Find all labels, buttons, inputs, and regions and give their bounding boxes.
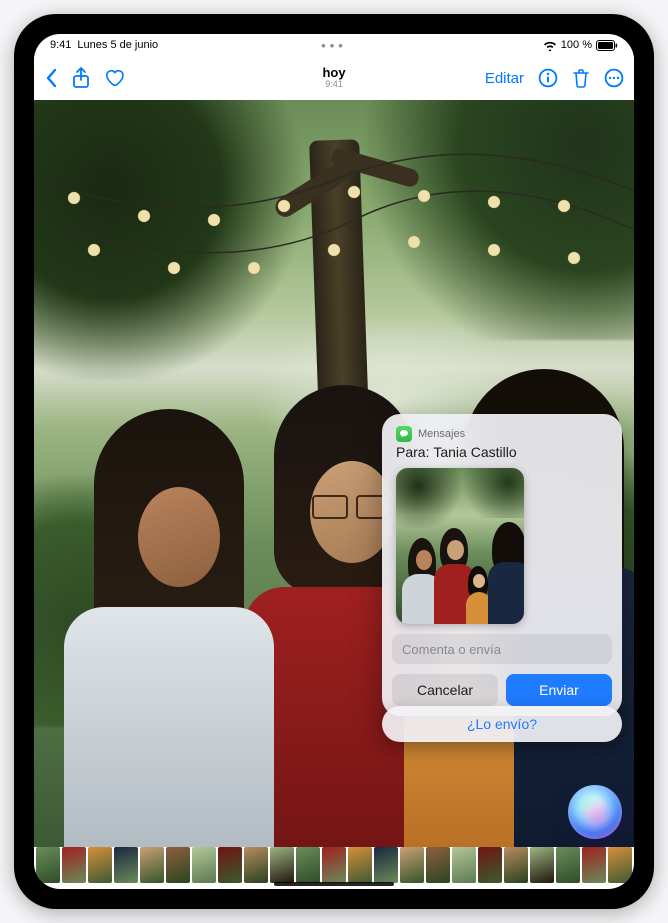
favorite-button[interactable] bbox=[104, 69, 124, 87]
messages-app-icon bbox=[396, 426, 412, 442]
thumbnail[interactable] bbox=[322, 847, 346, 883]
share-recipient[interactable]: Para: Tania Castillo bbox=[396, 444, 608, 460]
nav-subtitle: 9:41 bbox=[322, 80, 345, 90]
ipad-device-frame: 9:41 Lunes 5 de junio ••• 100 % bbox=[14, 14, 654, 909]
battery-icon bbox=[596, 40, 618, 51]
multitask-dots[interactable]: ••• bbox=[321, 38, 347, 53]
nav-title-group: hoy 9:41 bbox=[322, 66, 345, 90]
thumbnail[interactable] bbox=[270, 847, 294, 883]
thumbnail[interactable] bbox=[530, 847, 554, 883]
thumbnail[interactable] bbox=[192, 847, 216, 883]
screen: 9:41 Lunes 5 de junio ••• 100 % bbox=[34, 34, 634, 889]
thumbnail[interactable] bbox=[374, 847, 398, 883]
nav-title: hoy bbox=[322, 66, 345, 80]
thumbnail[interactable] bbox=[400, 847, 424, 883]
thumbnail[interactable] bbox=[556, 847, 580, 883]
share-button-row: Cancelar Enviar bbox=[392, 674, 612, 706]
nav-left-group bbox=[44, 67, 124, 89]
nav-bar: hoy 9:41 Editar bbox=[34, 56, 634, 100]
trash-button[interactable] bbox=[572, 68, 590, 88]
nav-right-group: Editar bbox=[485, 68, 624, 88]
share-card-header: Mensajes bbox=[396, 426, 608, 442]
photo-foliage bbox=[334, 100, 634, 340]
status-left: 9:41 Lunes 5 de junio bbox=[50, 39, 158, 51]
cancel-button[interactable]: Cancelar bbox=[392, 674, 498, 706]
share-to-name: Tania Castillo bbox=[433, 444, 516, 460]
thumbnail[interactable] bbox=[244, 847, 268, 883]
thumbnail[interactable] bbox=[62, 847, 86, 883]
thumbnail[interactable] bbox=[582, 847, 606, 883]
status-date: Lunes 5 de junio bbox=[77, 39, 158, 51]
thumbnail[interactable] bbox=[348, 847, 372, 883]
photo-person bbox=[44, 427, 264, 847]
thumbnail[interactable] bbox=[218, 847, 242, 883]
thumbnail[interactable] bbox=[114, 847, 138, 883]
thumbnail[interactable] bbox=[296, 847, 320, 883]
share-preview-thumbnail[interactable] bbox=[396, 468, 524, 624]
battery-percent: 100 % bbox=[561, 39, 592, 51]
send-button[interactable]: Enviar bbox=[506, 674, 612, 706]
siri-share-card: Mensajes Para: Tania Castillo bbox=[382, 414, 622, 716]
siri-suggestion-pill[interactable]: ¿Lo envío? bbox=[382, 706, 622, 742]
thumbnail[interactable] bbox=[504, 847, 528, 883]
wifi-icon bbox=[543, 40, 557, 51]
back-button[interactable] bbox=[44, 68, 58, 88]
thumbnail[interactable] bbox=[140, 847, 164, 883]
share-app-label: Mensajes bbox=[418, 428, 465, 440]
share-comment-input[interactable] bbox=[392, 634, 612, 664]
thumbnail[interactable] bbox=[426, 847, 450, 883]
status-bar: 9:41 Lunes 5 de junio ••• 100 % bbox=[34, 34, 634, 56]
status-time: 9:41 bbox=[50, 39, 71, 51]
info-button[interactable] bbox=[538, 68, 558, 88]
thumbnail[interactable] bbox=[166, 847, 190, 883]
siri-orb[interactable] bbox=[568, 785, 622, 839]
thumbnail[interactable] bbox=[88, 847, 112, 883]
thumbnail[interactable] bbox=[452, 847, 476, 883]
thumbnail[interactable] bbox=[36, 847, 60, 883]
thumbnail[interactable] bbox=[478, 847, 502, 883]
thumbnail[interactable] bbox=[608, 847, 632, 883]
edit-button[interactable]: Editar bbox=[485, 70, 524, 87]
siri-suggestion-text: ¿Lo envío? bbox=[467, 716, 537, 732]
photo-tree-trunk bbox=[309, 139, 369, 421]
share-to-prefix: Para: bbox=[396, 444, 433, 460]
share-button[interactable] bbox=[72, 67, 90, 89]
thumbnail-strip[interactable] bbox=[34, 847, 634, 883]
home-indicator[interactable] bbox=[274, 882, 394, 886]
photo-foliage bbox=[34, 100, 314, 380]
status-right: 100 % bbox=[543, 39, 618, 51]
more-button[interactable] bbox=[604, 68, 624, 88]
